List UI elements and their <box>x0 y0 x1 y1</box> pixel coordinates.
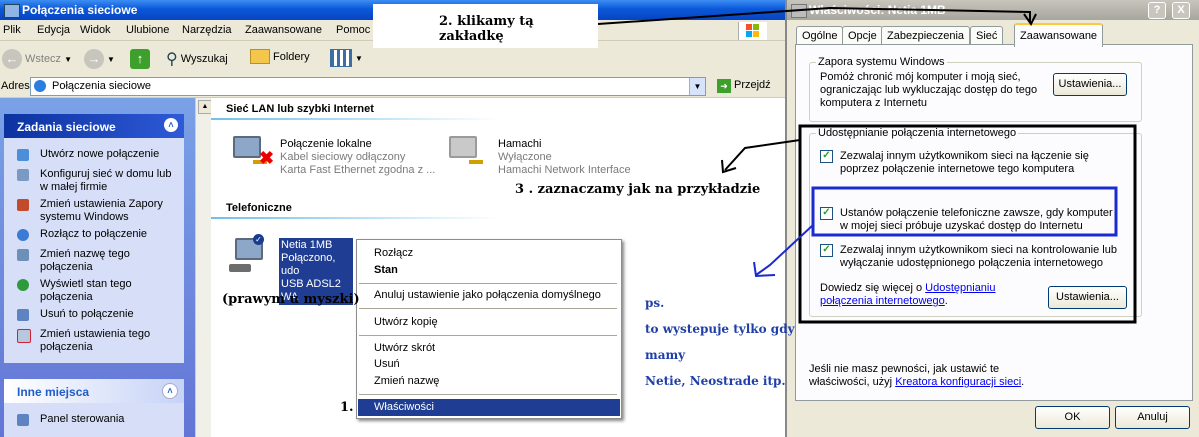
arrow-step3 <box>724 139 801 171</box>
annotation-overlay <box>597 6 1137 324</box>
arrow-to-advanced-tab <box>597 6 1031 25</box>
arrow-ps <box>755 224 814 276</box>
ics-highlight-box <box>798 124 1137 324</box>
dial-highlight-box <box>811 186 1118 237</box>
